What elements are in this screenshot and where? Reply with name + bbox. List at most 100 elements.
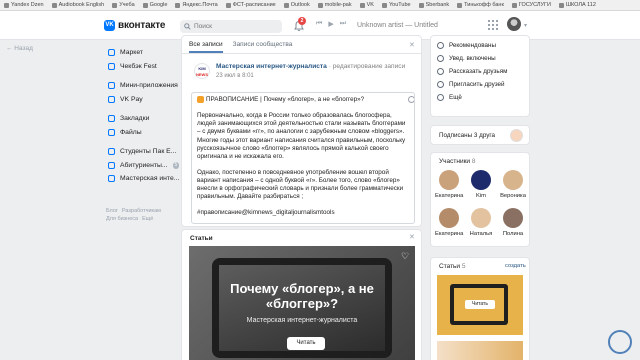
article-cover[interactable]: ♡ Почему «блогер», а не «блоггер»? Масте… <box>189 246 415 360</box>
member[interactable]: Полина <box>499 208 527 237</box>
members-title[interactable]: Участники 8 <box>439 158 476 165</box>
chevron-down-icon[interactable]: ▾ <box>524 22 527 29</box>
bookmark-icon <box>142 2 148 8</box>
apps-grid-icon[interactable] <box>488 20 498 30</box>
bookmark[interactable]: ФСТ-расписание <box>222 2 280 8</box>
bookmark[interactable]: Outlook <box>280 2 314 8</box>
play-icon[interactable]: ▶ <box>328 20 333 28</box>
author-action: · редактирование записи <box>328 63 406 70</box>
article-thumbnail[interactable] <box>437 341 523 360</box>
chevron-down-icon <box>437 94 444 101</box>
member[interactable]: Наталья <box>467 208 495 237</box>
member-name: Вероника <box>500 193 526 199</box>
bookmark[interactable]: Audiobook English <box>48 2 109 8</box>
nav-label: Студенты Пак Е... <box>120 148 177 156</box>
corner-logo-icon <box>608 330 632 354</box>
track-title[interactable]: Unknown artist — Untitled <box>357 22 438 29</box>
emoji-icon[interactable] <box>408 96 414 103</box>
bookmark[interactable]: Учеба <box>108 2 138 8</box>
bookmark[interactable]: mobile-pak <box>314 2 356 8</box>
article-thumbnail[interactable]: Читать <box>437 275 523 335</box>
author-name[interactable]: Мастерская интернет-журналиста · редакти… <box>216 63 405 70</box>
vk-logo[interactable]: VK вконтакте <box>104 20 165 31</box>
group-icon <box>108 148 115 156</box>
nav-item-files[interactable]: Файлы <box>108 126 174 140</box>
bookmark[interactable]: Sberbank <box>415 2 454 8</box>
bookmark-label: Audiobook English <box>58 2 105 8</box>
member[interactable]: Екатерина <box>435 208 463 237</box>
footer-link-more[interactable]: Ещё <box>142 216 153 222</box>
nav-label: Маркет <box>120 49 144 57</box>
user-avatar[interactable] <box>507 17 521 31</box>
member[interactable]: Kim <box>467 170 495 199</box>
nav-item-group-applicants[interactable]: Абитуриенты... 5 <box>108 159 180 173</box>
articles-widget-title[interactable]: Статьи 5 <box>439 263 466 270</box>
bookmark[interactable]: Яндекс.Почта <box>171 2 221 8</box>
menu-recommended[interactable]: Рекомендованы <box>431 39 529 52</box>
read-article-button[interactable]: Читать <box>465 300 495 309</box>
nav-label: VK Pay <box>120 95 143 103</box>
member-name: Kim <box>476 193 486 199</box>
article-title: Почему «блогер», а не «блоггер»? <box>230 281 374 311</box>
bookmark[interactable]: ШКОЛА 112 <box>555 2 600 8</box>
create-article-link[interactable]: создать <box>505 263 526 269</box>
article-section-title: Статьи <box>190 235 213 242</box>
bookmark[interactable]: VK <box>356 2 378 8</box>
nav-item-market[interactable]: Маркет <box>108 46 174 60</box>
community-actions-card: Рекомендованы Увед. включены Рассказать … <box>430 35 530 117</box>
author-avatar[interactable]: KIM NEWS <box>194 63 210 79</box>
menu-invite[interactable]: Пригласить друзей <box>431 78 529 91</box>
bookmark[interactable]: Тинькофф банк <box>453 2 508 8</box>
back-link[interactable]: ← Назад <box>6 45 33 52</box>
nav-item-vkpay[interactable]: VK Pay <box>108 93 174 107</box>
nav-item-bookmarks[interactable]: Закладки <box>108 112 174 126</box>
nav-label: Чекбэк Fest <box>120 62 157 70</box>
nav-item-checkback[interactable]: Чекбэк Fest <box>108 60 174 74</box>
member[interactable]: Екатерина <box>435 170 463 199</box>
close-icon[interactable]: ✕ <box>409 233 415 241</box>
footer-link-business[interactable]: Для бизнеса <box>106 216 138 222</box>
search-input[interactable] <box>194 23 274 30</box>
members-title-text: Участники <box>439 158 471 165</box>
bookmark-label: Yandex Dzen <box>11 2 44 8</box>
heart-icon[interactable]: ♡ <box>401 251 409 262</box>
menu-label: Увед. включены <box>449 55 496 62</box>
nav-item-group-workshop[interactable]: Мастерская инте... <box>108 172 179 186</box>
main-column: Все записи Записи сообщества ✕ KIM NEWS М… <box>181 35 422 360</box>
friend-avatar <box>510 129 523 142</box>
read-article-button[interactable]: Читать <box>287 337 325 350</box>
menu-more[interactable]: Ещё <box>431 91 529 104</box>
recommend-icon <box>437 42 444 49</box>
subscribed-friends-card[interactable]: Подписаны 3 друга <box>430 125 530 145</box>
group-icon <box>108 161 115 169</box>
bookmark-icon <box>4 2 9 8</box>
file-icon <box>108 128 115 136</box>
emoji-icon <box>197 96 204 103</box>
footer-link-blog[interactable]: Блог <box>106 208 118 214</box>
menu-notifications[interactable]: Увед. включены <box>431 52 529 65</box>
bookmark-icon <box>51 2 57 8</box>
tab-community-posts[interactable]: Записи сообщества <box>233 41 293 53</box>
member[interactable]: Вероника <box>499 170 527 199</box>
bookmark-label: mobile-pak <box>324 2 352 8</box>
members-card: Участники 8 Екатерина Kim Вероника Екате… <box>430 152 530 247</box>
bookmark[interactable]: Google <box>139 2 172 8</box>
prev-track-icon[interactable]: ⏮ <box>316 20 322 28</box>
close-icon[interactable]: ✕ <box>409 41 415 49</box>
post-date[interactable]: 23 июл в 8:01 <box>216 73 254 79</box>
footer-link-developers[interactable]: Разработчикам <box>122 208 161 214</box>
nav-item-group-students[interactable]: Студенты Пак Е... <box>108 145 177 159</box>
menu-label: Рассказать друзьям <box>449 68 508 75</box>
bookmark[interactable]: Yandex Dzen <box>0 2 48 8</box>
bookmark-icon <box>283 2 289 8</box>
tab-all-posts[interactable]: Все записи <box>189 41 223 53</box>
post-text-editor[interactable]: ПРАВОПИСАНИЕ | Почему «блогер», а не «бл… <box>191 92 415 224</box>
bookmark[interactable]: ГОСУСЛУГИ <box>508 2 555 8</box>
search-box[interactable] <box>180 20 282 33</box>
bookmark[interactable]: YouTube <box>378 2 415 8</box>
next-track-icon[interactable]: ⏭ <box>340 20 346 28</box>
menu-share[interactable]: Рассказать друзьям <box>431 65 529 78</box>
bookmark-icon <box>418 2 424 8</box>
nav-item-mini-apps[interactable]: Мини-приложения <box>108 79 178 93</box>
articles-count: 5 <box>461 263 466 270</box>
